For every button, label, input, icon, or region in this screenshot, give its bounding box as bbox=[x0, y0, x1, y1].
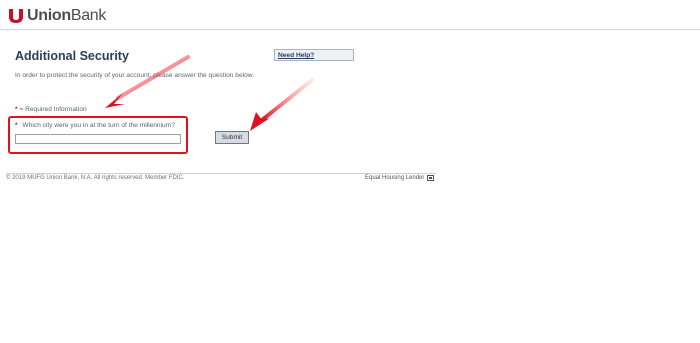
arrow-to-submit-icon bbox=[250, 78, 314, 131]
annotation-arrows bbox=[105, 55, 314, 131]
arrow-to-question-icon bbox=[105, 55, 190, 108]
